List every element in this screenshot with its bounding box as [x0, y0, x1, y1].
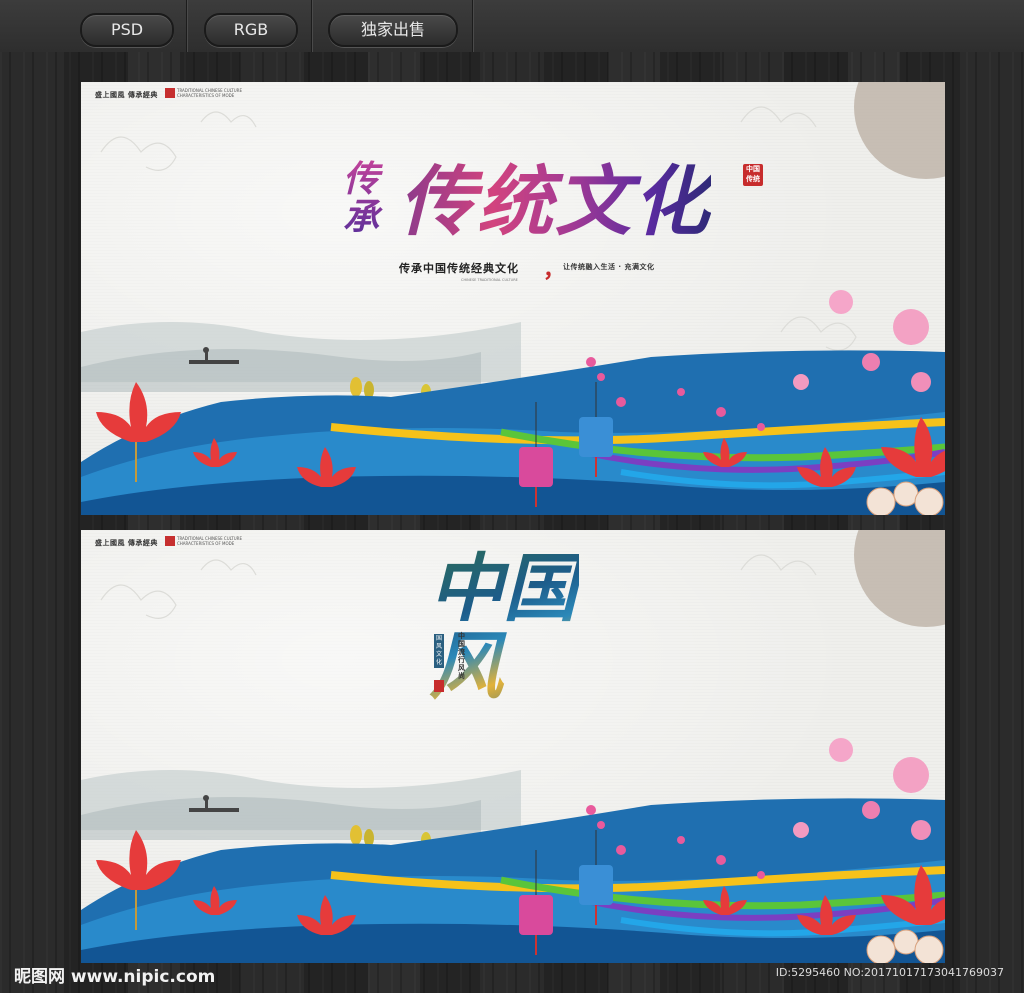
title-side: 传承 — [343, 160, 383, 236]
corner-seal — [165, 88, 175, 98]
badge-psd[interactable]: PSD — [80, 13, 174, 47]
corner-eng: TRADITIONAL CHINESE CULTURE CHARACTERIST… — [177, 88, 242, 98]
corner-tag: 盛上國風 傳承經典 — [95, 538, 158, 547]
ink-sun-icon — [854, 82, 945, 179]
vertical-caption: 中国流行风尚 — [458, 632, 465, 680]
top-toolbar: PSD RGB 独家出售 — [0, 0, 1024, 53]
poster-title: 中国风 — [429, 546, 577, 710]
title-box: 国风文化 — [434, 634, 444, 668]
title-seal: 中国传统 — [743, 164, 763, 186]
corner-tag: 盛上國風 傳承經典 — [95, 90, 158, 99]
badge-exclusive[interactable]: 独家出售 — [328, 13, 458, 47]
site-logo: 昵图网 www.nipic.com — [14, 967, 216, 987]
poster-subtitle-2: 让传统融入生活 · 充满文化 — [563, 263, 655, 271]
image-id: ID:5295460 NO:20171017173041769037 — [775, 966, 1004, 979]
poster-title: 传统文化 — [399, 140, 711, 250]
poster-chinese-style: 盛上國風 傳承經典 TRADITIONAL CHINESE CULTURE CH… — [81, 530, 945, 963]
title-seal — [434, 680, 444, 692]
ink-sun-icon — [854, 530, 945, 627]
poster-subtitle: 传承中国传统经典文化 — [399, 262, 519, 275]
poster-eng-line: CHINESE TRADITIONAL CULTURE — [461, 278, 518, 282]
poster-traditional-culture: 盛上國風 傳承經典 TRADITIONAL CHINESE CULTURE CH… — [81, 82, 945, 515]
corner-eng: TRADITIONAL CHINESE CULTURE CHARACTERIST… — [177, 536, 242, 546]
corner-seal — [165, 536, 175, 546]
badge-rgb[interactable]: RGB — [204, 13, 298, 47]
